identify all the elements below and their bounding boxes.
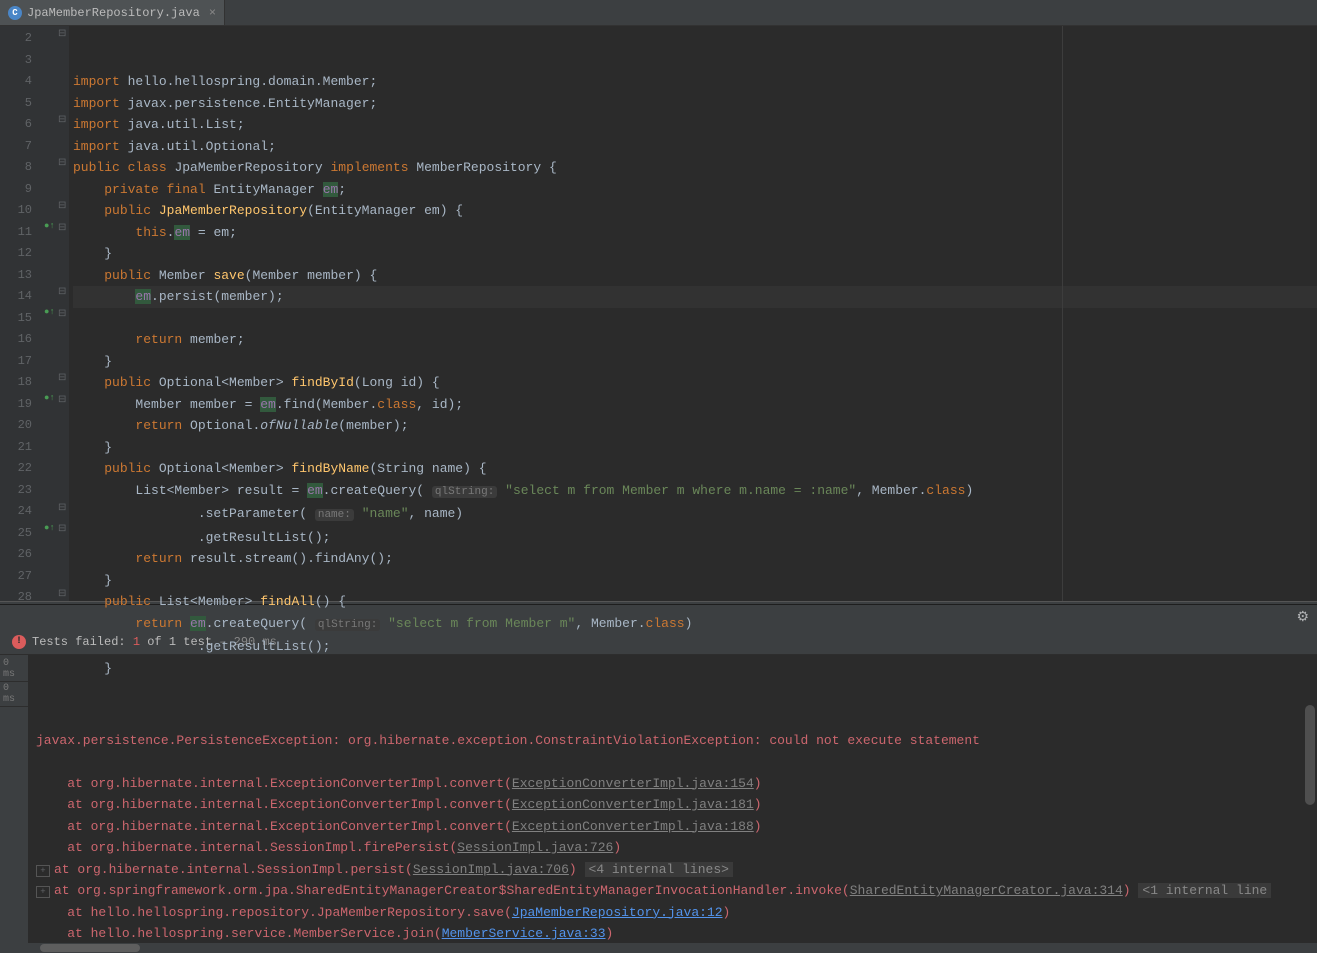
stack-link[interactable]: SharedEntityManagerCreator.java:314 xyxy=(850,883,1123,898)
override-marker-icon[interactable]: ●↑ xyxy=(44,523,55,533)
fold-icon[interactable]: ⊟ xyxy=(58,157,66,169)
fold-icon[interactable]: ⊟ xyxy=(58,308,66,320)
fold-icon[interactable]: ⊟ xyxy=(58,372,66,384)
fold-icon[interactable]: ⊟ xyxy=(58,286,66,298)
stack-link[interactable]: ExceptionConverterImpl.java:181 xyxy=(512,797,754,812)
stack-link[interactable]: JpaMemberRepository.java:12 xyxy=(512,905,723,920)
stack-link[interactable]: MemberService.java:33 xyxy=(442,926,606,941)
override-marker-icon[interactable]: ●↑ xyxy=(44,393,55,403)
editor-tab[interactable]: C JpaMemberRepository.java × xyxy=(0,0,225,25)
stack-link[interactable]: ExceptionConverterImpl.java:188 xyxy=(512,819,754,834)
code-editor[interactable]: 2345678910111213141516171819202122232425… xyxy=(0,26,1317,601)
stack-link[interactable]: SessionImpl.java:706 xyxy=(413,862,569,877)
close-icon[interactable]: × xyxy=(209,6,216,20)
fold-icon[interactable]: ⊟ xyxy=(58,502,66,514)
override-marker-icon[interactable]: ●↑ xyxy=(44,307,55,317)
fold-icon[interactable]: ⊟ xyxy=(58,394,66,406)
console-output[interactable]: javax.persistence.PersistenceException: … xyxy=(28,655,1317,943)
fold-icon[interactable]: ⊟ xyxy=(58,588,66,600)
fold-icon[interactable]: ⊟ xyxy=(58,28,66,40)
expand-icon[interactable]: + xyxy=(36,865,50,877)
right-margin-line xyxy=(1062,26,1063,601)
code-area[interactable]: import hello.hellospring.domain.Member; … xyxy=(69,26,1317,601)
marker-gutter: ●↑ ●↑ ●↑ ●↑ xyxy=(42,26,57,601)
fold-icon[interactable]: ⊟ xyxy=(58,222,66,234)
fold-gutter: ⊟ ⊟ ⊟ ⊟ ⊟ ⊟ ⊟ ⊟ ⊟ ⊟ ⊟ ⊟ xyxy=(57,26,69,601)
console-timing: 0 ms 0 ms xyxy=(0,655,28,943)
line-gutter: 2345678910111213141516171819202122232425… xyxy=(0,26,42,601)
stack-link[interactable]: ExceptionConverterImpl.java:154 xyxy=(512,776,754,791)
folded-frames[interactable]: <1 internal line xyxy=(1138,883,1271,898)
fail-icon: ! xyxy=(12,635,26,649)
horizontal-scrollbar-track[interactable] xyxy=(0,943,1317,953)
override-marker-icon[interactable]: ●↑ xyxy=(44,221,55,231)
exception-message: javax.persistence.PersistenceException: … xyxy=(36,733,980,748)
fold-icon[interactable]: ⊟ xyxy=(58,114,66,126)
tab-filename: JpaMemberRepository.java xyxy=(27,6,200,20)
java-class-icon: C xyxy=(8,6,22,20)
tab-bar: C JpaMemberRepository.java × xyxy=(0,0,1317,26)
folded-frames[interactable]: <4 internal lines> xyxy=(585,862,733,877)
fold-icon[interactable]: ⊟ xyxy=(58,200,66,212)
stack-link[interactable]: SessionImpl.java:726 xyxy=(457,840,613,855)
console-panel: 0 ms 0 ms javax.persistence.PersistenceE… xyxy=(0,655,1317,943)
horizontal-scrollbar-thumb[interactable] xyxy=(40,944,140,952)
expand-icon[interactable]: + xyxy=(36,886,50,898)
vertical-scrollbar[interactable] xyxy=(1305,705,1315,805)
fold-icon[interactable]: ⊟ xyxy=(58,523,66,535)
